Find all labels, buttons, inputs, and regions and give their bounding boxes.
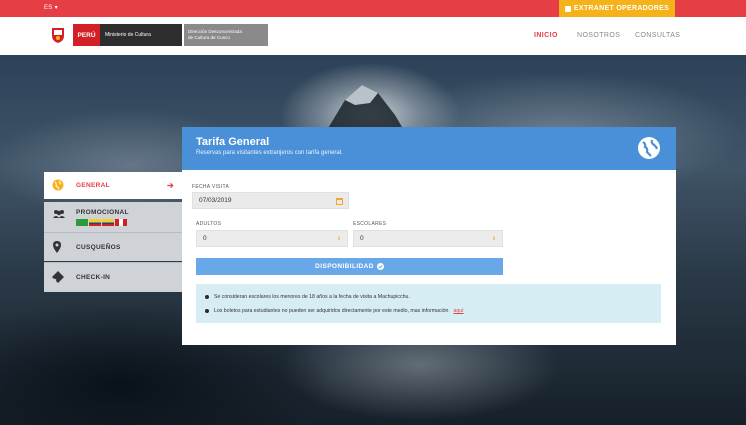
info-item: Se consideran escolares los menores de 1… — [205, 294, 410, 300]
country-flags — [76, 219, 127, 226]
language-selector[interactable]: ES ▾ — [44, 4, 58, 11]
card-subtitle: Reservas para visitantes extranjeros con… — [196, 150, 343, 156]
ecuador-flag-icon — [102, 219, 114, 226]
adultos-value: 0 — [203, 235, 207, 242]
menu-item-check-in[interactable]: CHECK-IN — [44, 262, 182, 292]
menu-label-cusquenos: CUSQUEÑOS — [76, 244, 121, 251]
check-circle-icon — [376, 263, 384, 270]
menu-item-cusquenos[interactable]: CUSQUEÑOS — [44, 232, 182, 261]
site-header: PERÚ Ministerio de Cultura Dirección Des… — [0, 17, 746, 55]
direccion-line2: de Cultura de Cusco — [188, 35, 230, 40]
info-box: Se consideran escolares los menores de 1… — [196, 284, 661, 323]
escolares-label: ESCOLARES — [353, 221, 387, 227]
extranet-label: EXTRANET OPERADORES — [573, 5, 670, 12]
adultos-label: ADULTOS — [196, 221, 222, 227]
globe-icon — [52, 179, 64, 191]
nav-inicio[interactable]: INICIO — [534, 32, 558, 39]
card-title: Tarifa General — [196, 136, 270, 148]
card-header: Tarifa General Reservas para visitantes … — [182, 127, 676, 170]
disponibilidad-button[interactable]: DISPONIBILIDAD — [196, 258, 503, 275]
menu-label-general: GENERAL — [76, 182, 110, 189]
colombia-flag-icon — [89, 219, 101, 226]
external-link-icon — [564, 5, 571, 12]
disponibilidad-label: DISPONIBILIDAD — [315, 263, 374, 270]
ticket-icon — [52, 271, 64, 283]
bullet-icon — [205, 309, 209, 313]
ministerio-logo[interactable]: Ministerio de Cultura — [100, 24, 182, 46]
escolares-select[interactable]: 0 ⇕ — [353, 230, 503, 247]
escolares-value: 0 — [360, 235, 364, 242]
brazil-flag-icon — [76, 219, 88, 226]
menu-item-general[interactable]: GENERAL ➔ — [44, 172, 182, 199]
tarifa-card: Tarifa General Reservas para visitantes … — [182, 127, 676, 345]
globe-icon — [638, 137, 660, 159]
group-icon — [53, 210, 65, 218]
select-arrows-icon: ⇕ — [491, 236, 496, 242]
peru-logo[interactable]: PERÚ — [73, 24, 100, 46]
top-bar: ES ▾ EXTRANET OPERADORES — [0, 0, 746, 17]
arrow-right-icon: ➔ — [166, 181, 174, 190]
info-text-2: Los boletos para estudiantes no pueden s… — [214, 308, 449, 314]
info-text-1: Se consideran escolares los menores de 1… — [214, 294, 410, 300]
menu-label-check-in: CHECK-IN — [76, 274, 111, 281]
info-item: Los boletos para estudiantes no pueden s… — [205, 308, 464, 314]
info-link-aqui[interactable]: aquí — [453, 308, 463, 314]
menu-label-promocional: PROMOCIONAL — [76, 209, 129, 216]
fecha-value: 07/03/2019 — [199, 197, 232, 204]
nav-consultas[interactable]: CONSULTAS — [635, 32, 680, 39]
fecha-label: FECHA VISITA — [192, 184, 230, 190]
menu-item-promocional[interactable]: PROMOCIONAL — [44, 202, 182, 232]
peru-flag-icon — [115, 219, 127, 226]
coat-of-arms-icon — [52, 28, 64, 43]
extranet-operadores-button[interactable]: EXTRANET OPERADORES — [559, 0, 675, 17]
calendar-icon[interactable] — [336, 198, 343, 205]
adultos-select[interactable]: 0 ⇕ — [196, 230, 348, 247]
nav-nosotros[interactable]: NOSOTROS — [577, 32, 620, 39]
map-marker-icon — [53, 241, 61, 253]
select-arrows-icon: ⇕ — [336, 236, 341, 242]
direccion-logo[interactable]: Dirección Desconcentrada de Cultura de C… — [184, 24, 268, 46]
fecha-visita-input[interactable]: 07/03/2019 — [192, 192, 349, 209]
bullet-icon — [205, 295, 209, 299]
